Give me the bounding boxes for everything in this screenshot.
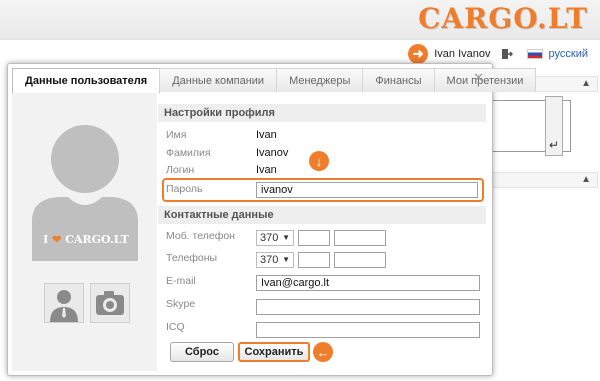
phones-number-field[interactable] xyxy=(334,252,386,268)
mobile-prefix-field[interactable] xyxy=(298,230,330,246)
default-avatar-option[interactable] xyxy=(44,283,84,323)
user-name[interactable]: Ivan Ivanov xyxy=(434,48,490,60)
user-settings-dialog: Данные пользователя Данные компании Мене… xyxy=(7,63,537,376)
site-header: CARGO.LT xyxy=(0,0,600,40)
password-field[interactable]: ivanov xyxy=(256,182,478,198)
logout-icon[interactable] xyxy=(501,48,513,60)
chevron-up-icon[interactable]: ▲ xyxy=(581,174,591,185)
heart-icon: ❤ xyxy=(52,233,62,246)
save-button[interactable]: Сохранить xyxy=(238,342,310,362)
phones-prefix-field[interactable] xyxy=(298,252,330,268)
email-field[interactable]: Ivan@cargo.lt xyxy=(256,275,480,291)
email-label: E-mail xyxy=(166,275,196,287)
icq-label: ICQ xyxy=(166,321,185,333)
arrow-right-pointer-icon: ➜ xyxy=(408,44,429,64)
user-area: ➜ Ivan Ivanov русский xyxy=(408,44,588,64)
tab-bar: Данные пользователя Данные компании Мене… xyxy=(12,68,537,93)
close-icon[interactable]: ✕ xyxy=(473,70,484,86)
last-name-value: Ivanov xyxy=(256,147,289,159)
skype-label: Skype xyxy=(166,298,196,310)
reset-button[interactable]: Сброс xyxy=(170,342,234,362)
mobile-code-value: 370 xyxy=(260,232,279,244)
slogan-prefix: I xyxy=(43,233,49,246)
camera-icon xyxy=(96,291,124,315)
phones-code-select[interactable]: 370 ▼ xyxy=(256,252,294,268)
mobile-code-select[interactable]: 370 ▼ xyxy=(256,230,294,246)
first-name-value: Ivan xyxy=(256,129,277,141)
chevron-up-icon[interactable]: ▲ xyxy=(581,78,591,89)
phones-label: Телефоны xyxy=(166,252,218,264)
brand-logo: CARGO.LT xyxy=(418,2,588,35)
dropdown-arrow-icon: ▼ xyxy=(282,233,290,242)
phones-code-value: 370 xyxy=(260,254,279,266)
tab-company-data[interactable]: Данные компании xyxy=(159,68,278,92)
login-label: Логин xyxy=(166,164,195,176)
mobile-label: Моб. телефон xyxy=(166,230,235,242)
language-link[interactable]: русский xyxy=(549,48,588,60)
first-name-label: Имя xyxy=(166,129,187,141)
arrow-left-pointer-icon: ← xyxy=(313,342,333,362)
background-panel-header: ▲ xyxy=(490,172,598,188)
mobile-number-field[interactable] xyxy=(334,230,386,246)
profile-section-heading: Настройки профиля xyxy=(158,104,486,122)
person-icon xyxy=(50,290,78,322)
tab-finances[interactable]: Финансы xyxy=(362,68,435,92)
skype-field[interactable] xyxy=(256,299,480,315)
upload-photo-option[interactable] xyxy=(90,283,130,323)
tab-claims[interactable]: Мои претензии xyxy=(433,68,537,92)
slogan-suffix: CARGO.LT xyxy=(65,233,129,246)
avatar-slogan: I ❤ CARGO.LT xyxy=(36,233,136,246)
login-value: Ivan xyxy=(256,164,277,176)
tab-user-data[interactable]: Данные пользователя xyxy=(12,68,161,93)
contacts-section-heading: Контактные данные xyxy=(158,206,486,224)
avatar-pane: I ❤ CARGO.LT xyxy=(12,93,157,371)
russian-flag-icon[interactable] xyxy=(526,49,543,59)
password-label: Пароль xyxy=(166,183,203,195)
tab-managers[interactable]: Менеджеры xyxy=(276,68,364,92)
icq-field[interactable] xyxy=(256,322,480,338)
enter-icon[interactable]: ↵ xyxy=(545,138,563,154)
arrow-down-pointer-icon: ↓ xyxy=(309,151,329,171)
last-name-label: Фамилия xyxy=(166,147,211,159)
dropdown-arrow-icon: ▼ xyxy=(282,255,290,264)
